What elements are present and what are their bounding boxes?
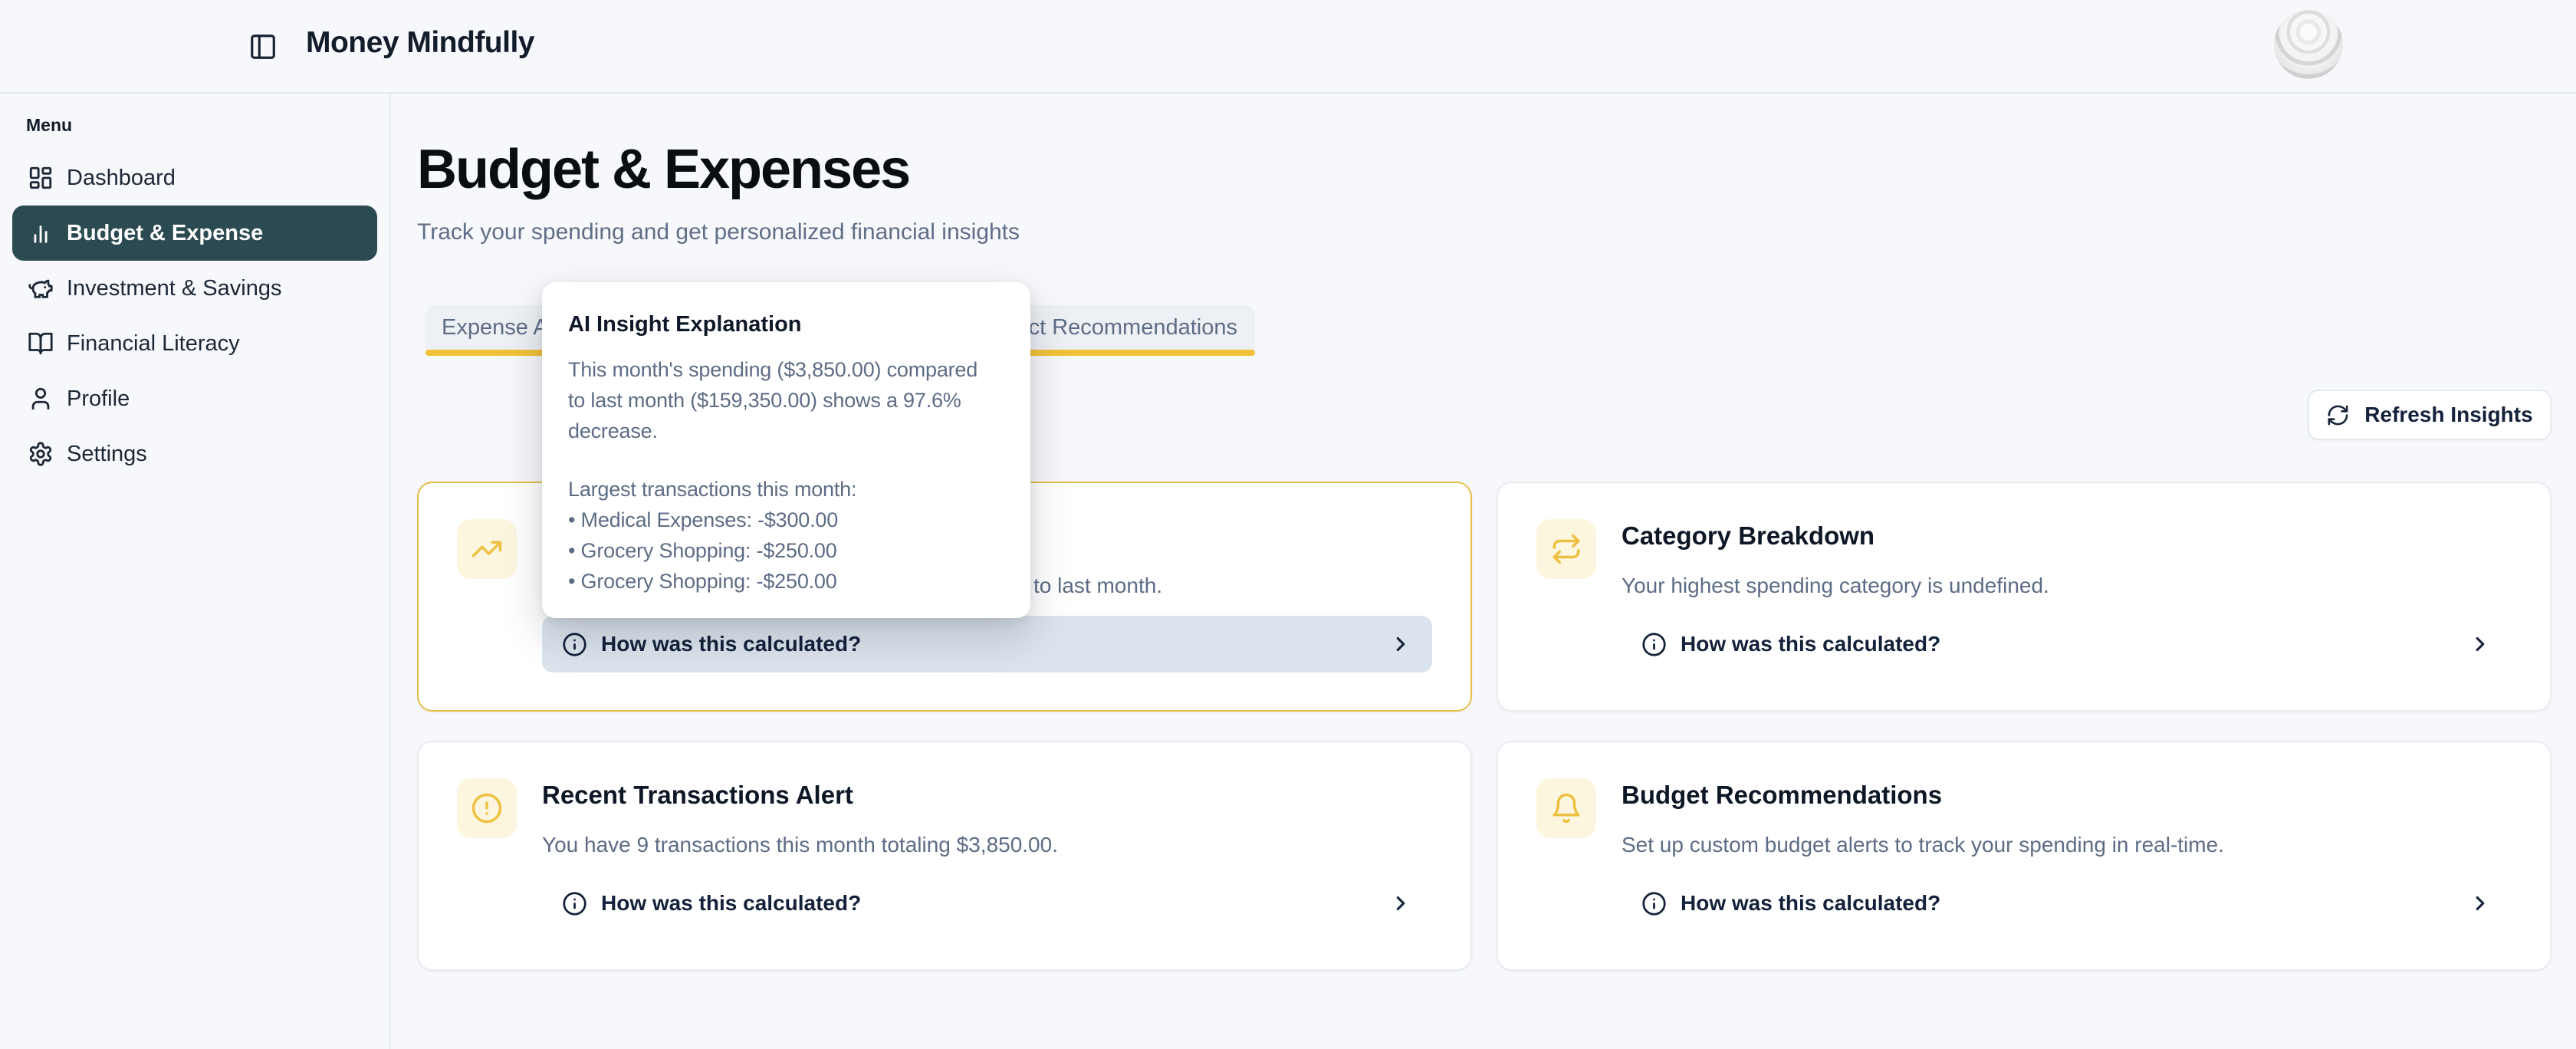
alert-circle-icon	[457, 778, 517, 838]
sidebar-item-label: Dashboard	[67, 166, 176, 191]
sidebar-item-label: Investment & Savings	[67, 276, 281, 301]
sidebar-item-budget-expense[interactable]: Budget & Expense	[12, 206, 377, 261]
card-description-fragment: to last month.	[1033, 574, 1162, 598]
tooltip-list-heading: Largest transactions this month:	[568, 474, 1030, 505]
app-root: Money Mindfully Menu Dashboard Budget & …	[0, 0, 2576, 1049]
trending-up-icon	[457, 519, 517, 579]
sidebar-item-dashboard[interactable]: Dashboard	[12, 150, 377, 206]
page-subtitle: Track your spending and get personalized…	[417, 219, 1020, 245]
refresh-insights-button[interactable]: Refresh Insights	[2308, 390, 2551, 440]
how-calculated-label: How was this calculated?	[601, 632, 861, 656]
book-open-icon	[28, 330, 54, 357]
sidebar-item-label: Profile	[67, 386, 130, 412]
tooltip-paragraph-line: decrease.	[568, 416, 1030, 446]
chevron-right-icon	[2469, 633, 2492, 656]
how-calculated-row[interactable]: How was this calculated?	[542, 875, 1432, 932]
card-title: Budget Recommendations	[1622, 781, 1942, 810]
how-calculated-label: How was this calculated?	[601, 891, 861, 916]
sidebar-item-investment-savings[interactable]: Investment & Savings	[12, 261, 377, 316]
tooltip-list-item: • Grocery Shopping: -$250.00	[568, 566, 1030, 597]
info-icon	[562, 632, 587, 657]
how-calculated-row[interactable]: How was this calculated?	[1622, 875, 2512, 932]
card-category-breakdown: Category Breakdown Your highest spending…	[1497, 482, 2551, 712]
user-icon	[28, 386, 54, 412]
card-title: Category Breakdown	[1622, 521, 1875, 551]
how-calculated-row[interactable]: How was this calculated?	[542, 616, 1432, 672]
user-avatar[interactable]	[2274, 10, 2343, 79]
tooltip-list-item: • Grocery Shopping: -$250.00	[568, 535, 1030, 566]
repeat-arrows-icon	[1536, 519, 1596, 579]
card-description: Your highest spending category is undefi…	[1622, 574, 2049, 598]
how-calculated-label: How was this calculated?	[1681, 891, 1940, 916]
refresh-icon	[2326, 403, 2350, 427]
sidebar-item-label: Settings	[67, 442, 147, 467]
bell-icon	[1536, 778, 1596, 838]
page-title: Budget & Expenses	[417, 140, 909, 199]
sidebar-toggle-button[interactable]	[241, 25, 285, 69]
card-budget-recommendations: Budget Recommendations Set up custom bud…	[1497, 741, 2551, 971]
sidebar: Menu Dashboard Budget & Expense Investme…	[0, 94, 391, 1049]
piggy-bank-icon	[28, 275, 54, 301]
how-calculated-label: How was this calculated?	[1681, 632, 1940, 656]
info-icon	[1641, 632, 1667, 657]
bar-chart-icon	[28, 220, 54, 246]
sidebar-menu-label: Menu	[26, 115, 72, 136]
sidebar-item-financial-literacy[interactable]: Financial Literacy	[12, 316, 377, 371]
tooltip-title: AI Insight Explanation	[568, 311, 1030, 337]
sidebar-item-label: Budget & Expense	[67, 221, 263, 246]
chevron-right-icon	[1389, 633, 1412, 656]
card-description: Set up custom budget alerts to track you…	[1622, 833, 2224, 857]
card-description: You have 9 transactions this month total…	[542, 833, 1058, 857]
refresh-insights-label: Refresh Insights	[2364, 403, 2532, 427]
sidebar-item-profile[interactable]: Profile	[12, 371, 377, 426]
chevron-right-icon	[2469, 892, 2492, 915]
sidebar-item-settings[interactable]: Settings	[12, 426, 377, 482]
sidebar-nav: Dashboard Budget & Expense Investment & …	[0, 150, 389, 482]
panel-left-icon	[248, 32, 278, 61]
info-icon	[562, 891, 587, 916]
how-calculated-row[interactable]: How was this calculated?	[1622, 616, 2512, 672]
dashboard-grid-icon	[28, 165, 54, 191]
tooltip-paragraph-line: to last month ($159,350.00) shows a 97.6…	[568, 385, 1030, 416]
card-recent-transactions-alert: Recent Transactions Alert You have 9 tra…	[417, 741, 1472, 971]
tooltip-list-item: • Medical Expenses: -$300.00	[568, 505, 1030, 535]
tooltip-paragraph-line: This month's spending ($3,850.00) compar…	[568, 354, 1030, 385]
top-header: Money Mindfully	[0, 0, 2576, 94]
chevron-right-icon	[1389, 892, 1412, 915]
ai-insight-tooltip: AI Insight Explanation This month's spen…	[542, 282, 1030, 618]
info-icon	[1641, 891, 1667, 916]
sidebar-item-label: Financial Literacy	[67, 331, 240, 357]
gear-icon	[28, 441, 54, 467]
tooltip-spacer	[568, 446, 1030, 474]
tooltip-body: This month's spending ($3,850.00) compar…	[568, 354, 1030, 597]
card-title: Recent Transactions Alert	[542, 781, 853, 810]
app-title: Money Mindfully	[306, 26, 534, 60]
